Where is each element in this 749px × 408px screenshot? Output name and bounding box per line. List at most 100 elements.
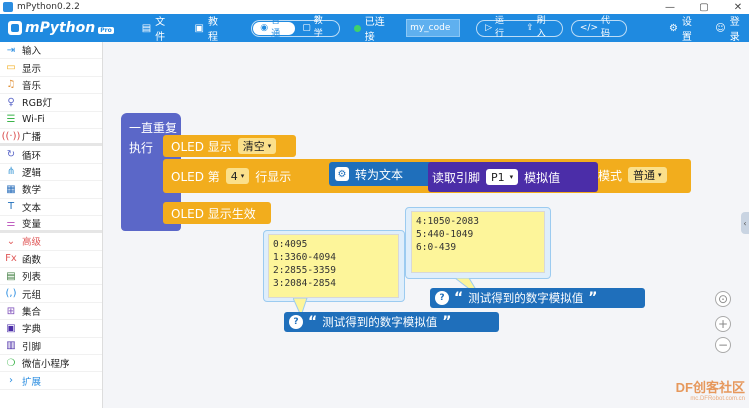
pin-icon: ▥	[6, 340, 16, 352]
variable-icon: ⚌	[6, 217, 16, 229]
chevron-down-icon: ▾	[509, 173, 514, 181]
sidebar-item-function[interactable]: Fx 函数	[0, 251, 102, 269]
sidebar-item-math[interactable]: ▦ 数学	[0, 181, 102, 199]
text-string-block-left[interactable]: ? “ 测试得到的数字模拟值 ”	[284, 312, 499, 332]
watermark-main: DF创客社区	[675, 380, 745, 395]
app-logo: mPython Pro	[8, 20, 114, 36]
sidebar-item-broadcast[interactable]: ((·)) 广播	[0, 129, 102, 147]
to-text-label: 转为文本	[355, 167, 404, 182]
mode-dropdown[interactable]: 普通 ▾	[628, 167, 667, 183]
chevron-down-icon: ▾	[658, 171, 662, 179]
login-menu[interactable]: ☺ 登录	[715, 13, 749, 43]
sidebar-item-label: 音乐	[22, 80, 42, 92]
close-button[interactable]: ✕	[731, 2, 745, 13]
mode-teach-tab[interactable]: ▢ 教学	[295, 16, 338, 39]
wifi-icon: ☰	[6, 114, 16, 126]
run-flash-group: ▷ 运行 ⇪ 刷入	[476, 16, 563, 39]
read-pin-label: 读取引脚	[432, 170, 481, 185]
file-menu[interactable]: ▤ 文件	[142, 13, 175, 43]
flash-button[interactable]: ⇪ 刷入	[519, 16, 561, 39]
sidebar-item-text[interactable]: T 文本	[0, 199, 102, 216]
oled-clear-dropdown[interactable]: 清空 ▾	[237, 138, 277, 154]
question-icon[interactable]: ?	[435, 291, 449, 305]
block-workspace[interactable]: 一直重复 执行 OLED 显示 清空 ▾ OLED 第 4 ▾ 行显示 ⚙ 转为…	[103, 42, 749, 408]
line-number-dropdown[interactable]: 4 ▾	[225, 168, 250, 184]
code-toggle-group: </> 代码	[570, 16, 627, 39]
code-button[interactable]: </> 代码	[573, 16, 625, 39]
settings-menu[interactable]: ⚙ 设置	[669, 13, 701, 43]
text-string-block-right[interactable]: ? “ 测试得到的数字模拟值 ”	[430, 288, 645, 308]
sidebar-item-label: 文本	[22, 202, 42, 214]
logic-icon: ⋔	[6, 166, 16, 178]
comment-left[interactable]: 0:4095 1:3360-4094 2:2855-3359 3:2084-28…	[268, 234, 399, 298]
read-pin-analog-block[interactable]: 读取引脚 P1 ▾ 模拟值	[428, 162, 598, 192]
oled-clear-option: 清空	[242, 140, 265, 153]
zoom-out-button[interactable]: −	[715, 337, 731, 353]
list-icon: ▤	[6, 270, 16, 282]
settings-label: 设置	[681, 17, 692, 43]
app-icon	[3, 2, 13, 12]
sidebar-item-input[interactable]: ⇥ 输入	[0, 42, 102, 60]
chevron-left-icon[interactable]: ‹	[741, 212, 749, 234]
to-text-block[interactable]: ⚙ 转为文本	[329, 162, 439, 186]
sidebar-item-advanced[interactable]: ⌄ 高级	[0, 233, 102, 251]
recenter-icon[interactable]: ⊙	[715, 291, 731, 307]
do-label: 执行	[129, 141, 154, 155]
comment-right[interactable]: 4:1050-2083 5:440-1049 6:0-439	[411, 211, 545, 273]
sidebar-item-tuple[interactable]: (,) 元组	[0, 285, 102, 303]
sidebar-item-label: 函数	[22, 254, 42, 266]
mode-field: 模式 普通 ▾	[598, 165, 667, 185]
sidebar-item-music[interactable]: ♫ 音乐	[0, 77, 102, 95]
sidebar-item-list[interactable]: ▤ 列表	[0, 268, 102, 286]
sidebar-item-wechat[interactable]: ❍ 微信小程序	[0, 355, 102, 373]
connection-status-label: 已连接	[364, 17, 385, 43]
run-button[interactable]: ▷ 运行	[478, 16, 519, 39]
zoom-in-button[interactable]: +	[715, 316, 731, 332]
sidebar-item-rgb[interactable]: ♀ RGB灯	[0, 94, 102, 112]
sidebar-item-pin[interactable]: ▥ 引脚	[0, 338, 102, 356]
question-icon[interactable]: ?	[289, 315, 303, 329]
advanced-icon: ⌄	[6, 235, 16, 247]
mode-label: 模式	[598, 168, 623, 183]
forever-label: 一直重复	[129, 121, 178, 135]
sidebar-item-label: 循环	[22, 150, 42, 162]
sidebar-item-extension[interactable]: › 扩展	[0, 372, 102, 390]
chevron-down-icon: ▾	[267, 142, 272, 150]
sidebar-item-display[interactable]: ▭ 显示	[0, 59, 102, 77]
sidebar-item-logic[interactable]: ⋔ 逻辑	[0, 164, 102, 182]
user-icon: ☺	[715, 22, 726, 34]
oled-clear-block[interactable]: OLED 显示 清空 ▾	[163, 135, 296, 157]
oled-line-label: OLED 第	[171, 169, 220, 184]
gear-icon[interactable]: ⚙	[335, 167, 349, 181]
rgb-light-icon: ♀	[7, 96, 15, 108]
close-quote: ”	[588, 290, 598, 306]
mode-normal-label: 普通	[271, 16, 281, 39]
pin-dropdown[interactable]: P1 ▾	[486, 169, 519, 185]
block-category-sidebar: ⇥ 输入 ▭ 显示 ♫ 音乐 ♀ RGB灯 ☰ Wi-Fi ((·)) 广播 ↻ 循环 ⋔ 逻辑…	[0, 42, 103, 408]
sidebar-item-loop[interactable]: ↻ 循环	[0, 146, 102, 164]
watermark-sub: mc.DFRobot.com.cn	[690, 396, 745, 402]
run-label: 运行	[495, 16, 505, 39]
wechat-icon: ❍	[6, 357, 16, 369]
book-icon: ▣	[194, 22, 204, 34]
mode-normal-tab[interactable]: ◉ 普通	[253, 16, 296, 39]
string-value[interactable]: 测试得到的数字模拟值	[468, 290, 583, 306]
oled-show-label: OLED 显示生效	[171, 206, 256, 221]
sidebar-item-dict[interactable]: ▣ 字典	[0, 320, 102, 338]
string-value[interactable]: 测试得到的数字模拟值	[322, 314, 437, 330]
pin-value: P1	[491, 170, 505, 184]
sidebar-item-wifi[interactable]: ☰ Wi-Fi	[0, 112, 102, 129]
sidebar-item-variable[interactable]: ⚌ 变量	[0, 216, 102, 234]
connection-status: 已连接	[353, 13, 394, 43]
tutorial-menu[interactable]: ▣ 教程	[194, 13, 227, 43]
normal-mode-icon: ◉	[260, 22, 269, 33]
project-name-input[interactable]	[406, 19, 461, 37]
sidebar-item-label: 元组	[22, 289, 42, 301]
minimize-button[interactable]: —	[663, 2, 677, 13]
maximize-button[interactable]: ▢	[697, 2, 711, 13]
menu-bar: mPython Pro ▤ 文件 ▣ 教程 ◉ 普通 ▢ 教学 已连接 ▷ 运行…	[0, 13, 749, 43]
oled-show-block[interactable]: OLED 显示生效	[163, 202, 271, 224]
logo-badge: Pro	[98, 27, 114, 34]
sidebar-item-set[interactable]: ⊞ 集合	[0, 303, 102, 321]
tuple-icon: (,)	[5, 288, 17, 300]
